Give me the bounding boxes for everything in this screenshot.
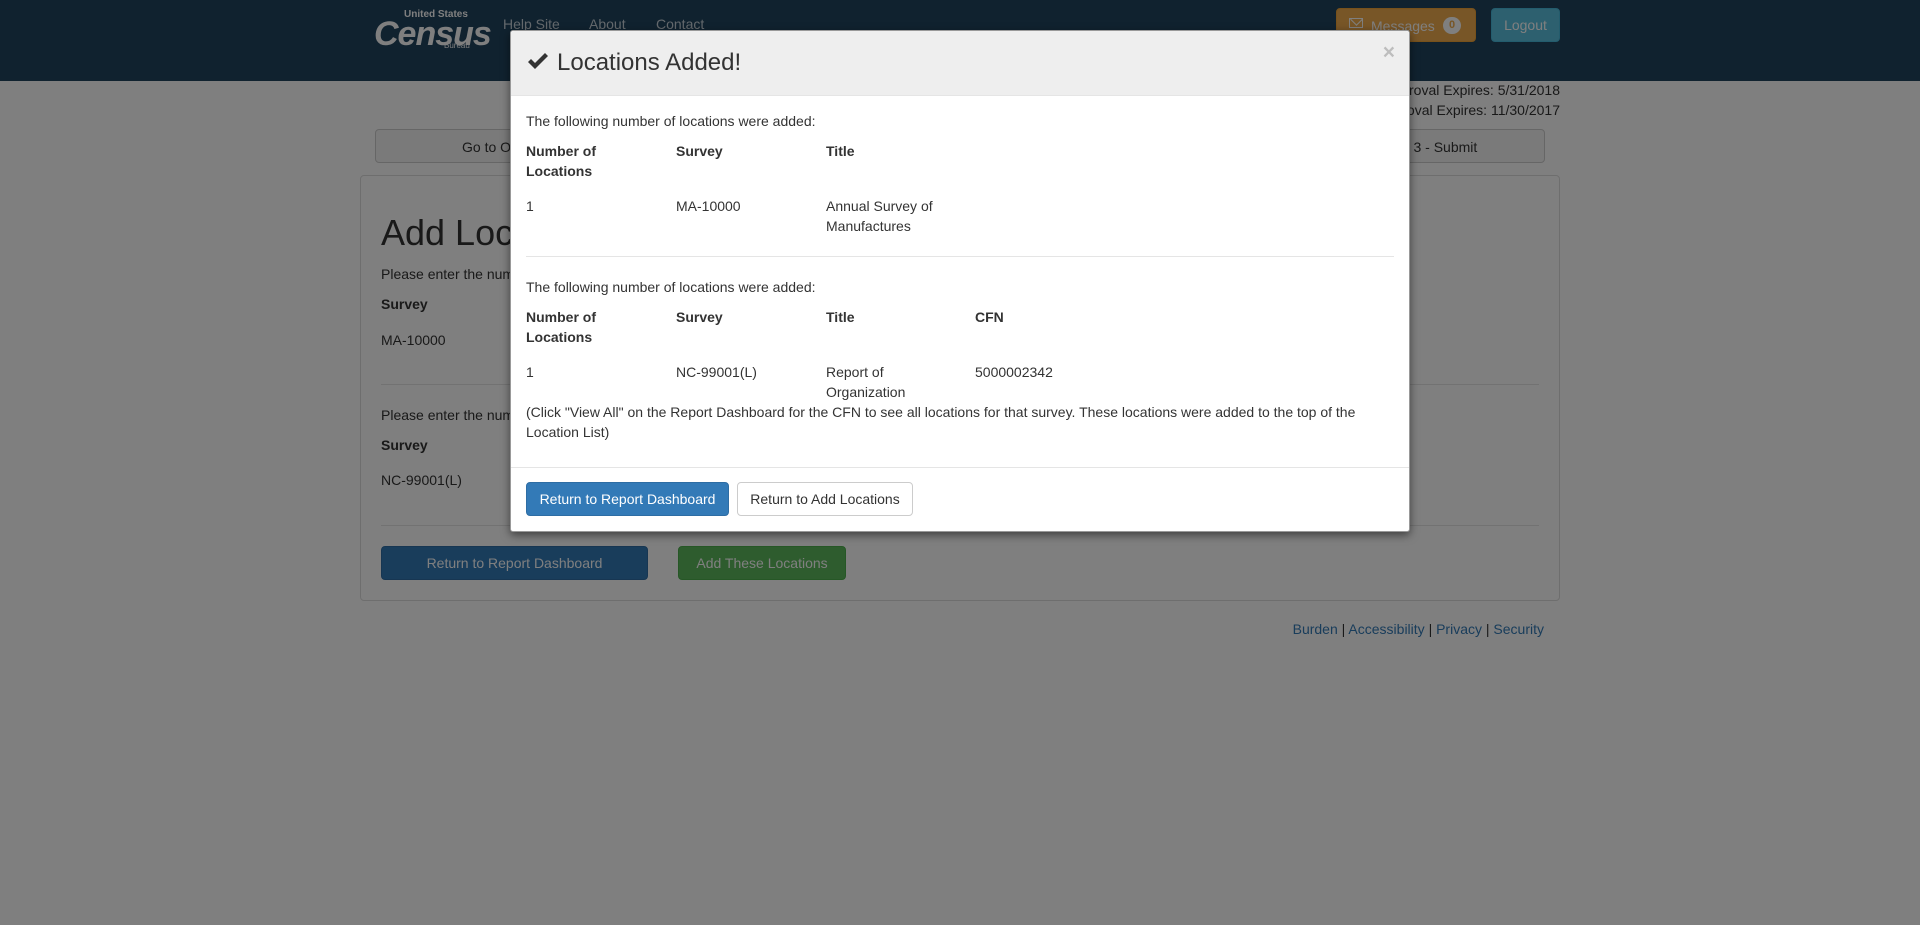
header-text: Number of — [526, 309, 596, 325]
cell-text: Annual Survey of — [826, 198, 933, 214]
group2-header-survey: Survey — [676, 309, 723, 325]
group2-header-title: Title — [826, 309, 855, 325]
group2-cell-cfn: 5000002342 — [975, 364, 1053, 380]
modal-return-to-dashboard-button[interactable]: Return to Report Dashboard — [526, 482, 729, 516]
modal-return-to-add-locations-button[interactable]: Return to Add Locations — [737, 482, 913, 516]
group2-cell-title: Report of Organization — [826, 362, 905, 402]
group1-cell-number: 1 — [526, 198, 534, 214]
cell-text: Manufactures — [826, 218, 911, 234]
modal-header: Locations Added! × — [511, 31, 1409, 96]
group2-intro: The following number of locations were a… — [526, 279, 816, 295]
modal-title: Locations Added! — [557, 49, 742, 76]
note-text: (Click "View All" on the Report Dashboar… — [526, 404, 1356, 420]
group1-header-survey: Survey — [676, 143, 723, 159]
note-text: Location List) — [526, 424, 610, 440]
header-text: Number of — [526, 143, 596, 159]
group2-cell-survey: NC-99001(L) — [676, 364, 757, 380]
view-all-note: (Click "View All" on the Report Dashboar… — [526, 402, 1355, 442]
group2-header-cfn: CFN — [975, 309, 1004, 325]
group1-cell-survey: MA-10000 — [676, 198, 741, 214]
modal-divider — [526, 256, 1394, 257]
group1-intro: The following number of locations were a… — [526, 113, 816, 129]
group1-header-number: Number of Locations — [526, 141, 596, 181]
locations-added-modal: Locations Added! × The following number … — [510, 30, 1410, 532]
checkmark-icon — [528, 53, 548, 69]
cell-text: Organization — [826, 384, 906, 400]
group1-header-title: Title — [826, 143, 855, 159]
modal-footer-divider — [511, 467, 1409, 468]
group1-cell-title: Annual Survey of Manufactures — [826, 196, 933, 236]
group2-cell-number: 1 — [526, 364, 534, 380]
close-icon[interactable]: × — [1383, 41, 1395, 65]
cell-text: Report of — [826, 364, 884, 380]
header-text: Locations — [526, 329, 593, 345]
group2-header-number: Number of Locations — [526, 307, 596, 347]
header-text: Locations — [526, 163, 593, 179]
